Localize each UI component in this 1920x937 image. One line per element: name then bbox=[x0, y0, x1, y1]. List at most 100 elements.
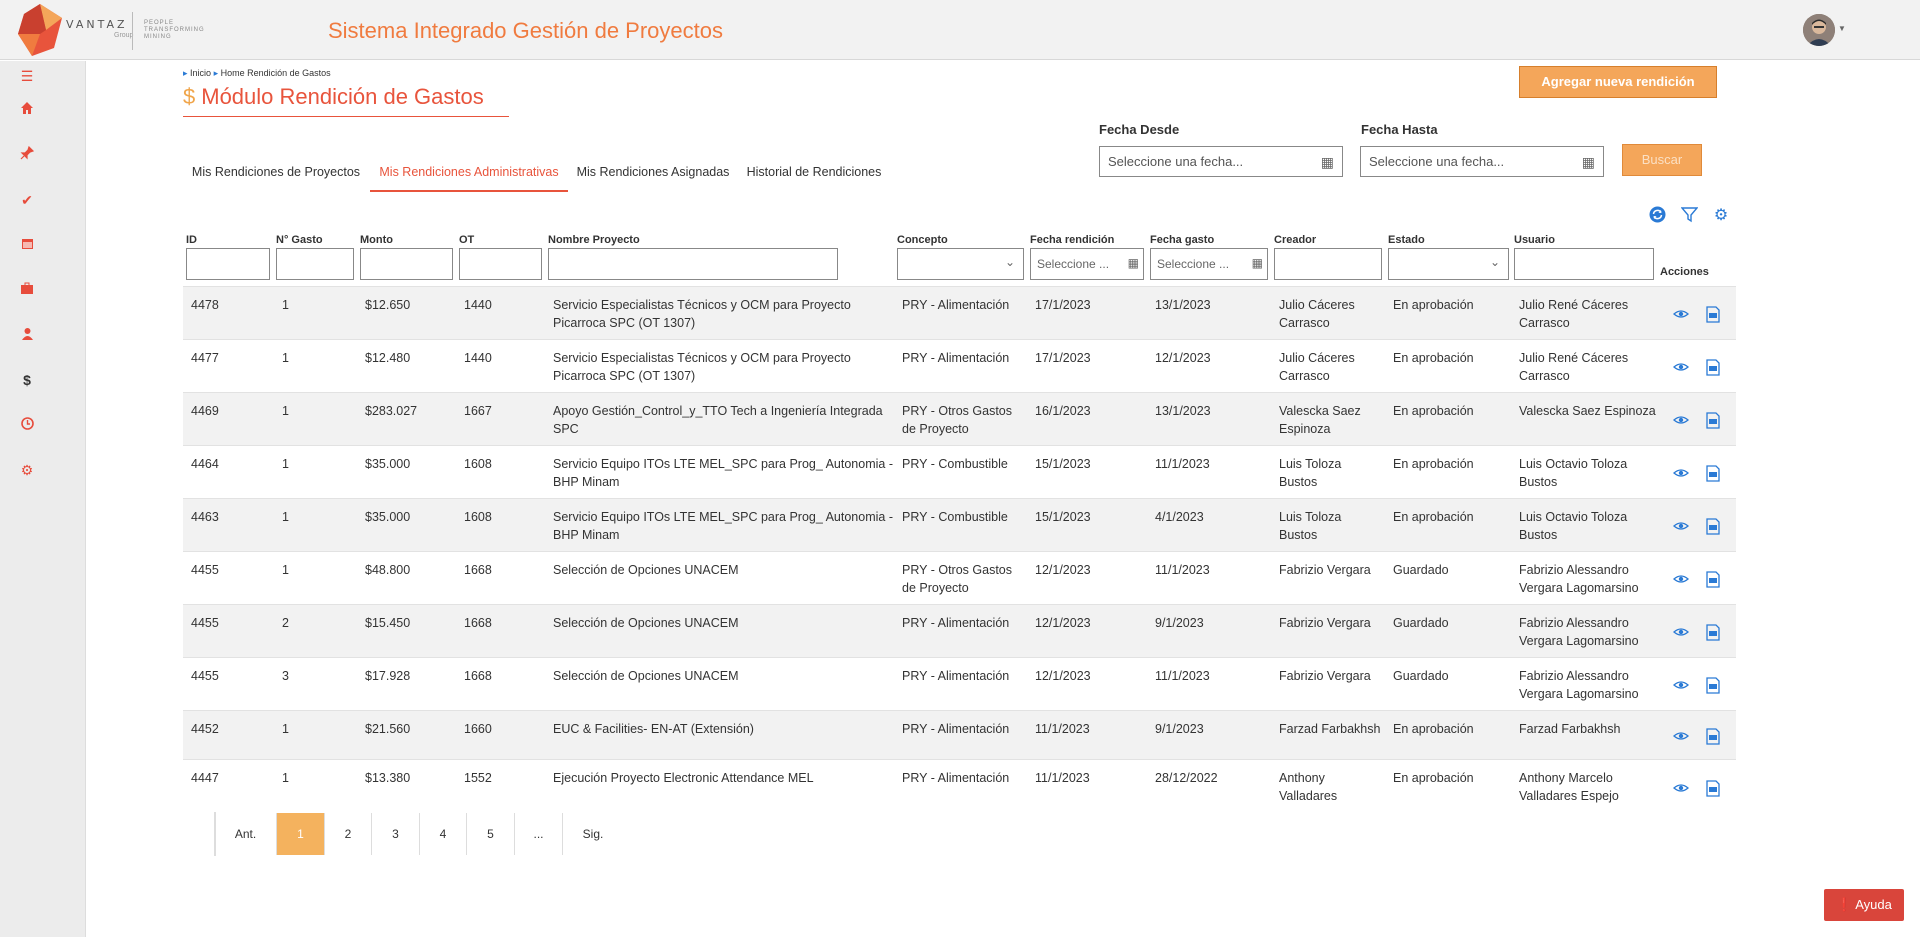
document-icon[interactable] bbox=[1705, 780, 1721, 800]
view-eye-icon[interactable] bbox=[1673, 677, 1689, 696]
view-eye-icon[interactable] bbox=[1673, 624, 1689, 643]
prev-page-button[interactable]: Ant. bbox=[215, 813, 277, 855]
col-fecha-gasto: Fecha gasto bbox=[1150, 234, 1215, 246]
usuario-filter-input[interactable] bbox=[1514, 248, 1654, 280]
cell-line: 4452 bbox=[191, 722, 219, 736]
id-filter-input[interactable] bbox=[186, 248, 270, 280]
view-eye-icon[interactable] bbox=[1673, 728, 1689, 747]
page-button-4[interactable]: 4 bbox=[420, 813, 467, 855]
cell-line: 4478 bbox=[191, 298, 219, 312]
cell-line: En aprobación bbox=[1393, 351, 1474, 365]
concepto-filter-select[interactable]: ⌄ bbox=[897, 248, 1024, 280]
check-icon[interactable]: ✔ bbox=[18, 191, 36, 209]
tab-proyectos[interactable]: Mis Rendiciones de Proyectos bbox=[183, 158, 369, 192]
creador-filter-input[interactable] bbox=[1274, 248, 1382, 280]
cell-line: 17/1/2023 bbox=[1035, 298, 1091, 312]
proyecto-filter-input[interactable] bbox=[548, 248, 838, 280]
page-button-2[interactable]: 2 bbox=[325, 813, 372, 855]
avatar-caret-icon[interactable]: ▼ bbox=[1838, 24, 1846, 33]
cell-line: 13/1/2023 bbox=[1155, 404, 1211, 418]
search-button[interactable]: Buscar bbox=[1622, 144, 1702, 176]
filter-icon[interactable] bbox=[1679, 206, 1699, 226]
next-page-button[interactable]: Sig. bbox=[563, 813, 623, 855]
page-button-3[interactable]: 3 bbox=[372, 813, 420, 855]
page-button-1[interactable]: 1 bbox=[277, 813, 325, 855]
fecha-rendicion-placeholder: Seleccione ... bbox=[1037, 257, 1110, 271]
tab-administrativas[interactable]: Mis Rendiciones Administrativas bbox=[370, 158, 568, 192]
fecha-rendicion-filter[interactable]: Seleccione ... ▦ bbox=[1030, 248, 1144, 280]
document-icon[interactable] bbox=[1705, 518, 1721, 538]
tab-asignadas[interactable]: Mis Rendiciones Asignadas bbox=[572, 158, 734, 192]
document-icon[interactable] bbox=[1705, 677, 1721, 697]
clock-icon[interactable] bbox=[18, 416, 36, 434]
table-row: 4447 1 $13.380 1552 Ejecución Proyecto Elect… bbox=[183, 759, 1736, 815]
dollar-icon[interactable]: $ bbox=[18, 371, 36, 389]
cell-estado: En aprobación bbox=[1393, 720, 1474, 738]
breadcrumb-current: Home Rendición de Gastos bbox=[220, 68, 331, 78]
document-icon[interactable] bbox=[1705, 728, 1721, 748]
cell-concepto: PRY - Alimentación bbox=[902, 720, 1009, 738]
view-eye-icon[interactable] bbox=[1673, 306, 1689, 325]
gear-icon[interactable]: ⚙ bbox=[18, 461, 36, 479]
cell-creador: Valescka Saez Espinoza bbox=[1279, 402, 1361, 438]
ot-filter-input[interactable] bbox=[459, 248, 542, 280]
pin-icon[interactable] bbox=[18, 145, 36, 164]
view-eye-icon[interactable] bbox=[1673, 465, 1689, 484]
view-eye-icon[interactable] bbox=[1673, 780, 1689, 799]
tab-historial[interactable]: Historial de Rendiciones bbox=[739, 158, 889, 192]
ngasto-filter-input[interactable] bbox=[276, 248, 354, 280]
help-button[interactable]: ❗ Ayuda bbox=[1824, 889, 1904, 921]
cell-line: Fabrizio Vergara bbox=[1279, 616, 1371, 630]
cell-line: PRY - Alimentación bbox=[902, 771, 1010, 785]
estado-filter-select[interactable]: ⌄ bbox=[1388, 248, 1509, 280]
home-icon[interactable] bbox=[18, 101, 36, 119]
col-fecha-rendicion: Fecha rendición bbox=[1030, 234, 1115, 246]
cell-line: Servicio Especialistas Técnicos y OCM pa… bbox=[553, 351, 851, 365]
user-avatar[interactable] bbox=[1803, 14, 1835, 46]
cell-line: Selección de Opciones UNACEM bbox=[553, 669, 739, 683]
document-icon[interactable] bbox=[1705, 624, 1721, 644]
date-to-input[interactable]: Seleccione una fecha... ▦ bbox=[1360, 146, 1604, 177]
date-from-input[interactable]: Seleccione una fecha... ▦ bbox=[1099, 146, 1343, 177]
cell-line: $35.000 bbox=[365, 457, 411, 471]
document-icon[interactable] bbox=[1705, 306, 1721, 326]
page-ellipsis-button[interactable]: ... bbox=[515, 813, 563, 855]
add-rendicion-button[interactable]: Agregar nueva rendición bbox=[1519, 66, 1717, 98]
fecha-gasto-placeholder: Seleccione ... bbox=[1157, 257, 1230, 271]
cell-n: 2 bbox=[282, 614, 289, 632]
document-icon[interactable] bbox=[1705, 571, 1721, 591]
cell-line: 17/1/2023 bbox=[1035, 351, 1091, 365]
breadcrumb-home[interactable]: Inicio bbox=[190, 68, 211, 78]
menu-icon[interactable]: ☰ bbox=[18, 67, 36, 85]
table-row: 4463 1 $35.000 1608 Servicio Equipo ITOs LTE… bbox=[183, 498, 1736, 551]
cell-estado: En aprobación bbox=[1393, 455, 1474, 473]
monto-filter-input[interactable] bbox=[360, 248, 453, 280]
cell-line: 12/1/2023 bbox=[1035, 669, 1091, 683]
view-eye-icon[interactable] bbox=[1673, 571, 1689, 590]
page-button-5[interactable]: 5 bbox=[467, 813, 515, 855]
user-icon[interactable] bbox=[18, 326, 36, 344]
view-eye-icon[interactable] bbox=[1673, 518, 1689, 537]
cell-proyecto: Ejecución Proyecto Electronic Attendance… bbox=[553, 769, 814, 787]
logo-text: VANTAZ bbox=[66, 18, 128, 31]
cell-line: En aprobación bbox=[1393, 510, 1474, 524]
view-eye-icon[interactable] bbox=[1673, 359, 1689, 378]
calendar-icon[interactable]: ▦ bbox=[1321, 154, 1334, 171]
calendar-icon[interactable]: ▦ bbox=[1128, 256, 1139, 270]
calendar-icon[interactable]: ▦ bbox=[1582, 154, 1595, 171]
document-icon[interactable] bbox=[1705, 359, 1721, 379]
calendar-icon[interactable] bbox=[18, 236, 36, 254]
vantaz-logo[interactable]: VANTAZ Group PEOPLE TRANSFORMING MINING bbox=[18, 4, 208, 56]
settings-icon[interactable]: ⚙ bbox=[1711, 206, 1731, 226]
document-icon[interactable] bbox=[1705, 465, 1721, 485]
table-row: 4477 1 $12.480 1440 Servicio Especialistas T… bbox=[183, 339, 1736, 392]
cell-estado: Guardado bbox=[1393, 561, 1449, 579]
cell-f-gasto: 13/1/2023 bbox=[1155, 296, 1211, 314]
refresh-icon[interactable] bbox=[1647, 206, 1667, 226]
cell-line: Fabrizio Vergara bbox=[1279, 563, 1371, 577]
document-icon[interactable] bbox=[1705, 412, 1721, 432]
fecha-gasto-filter[interactable]: Seleccione ... ▦ bbox=[1150, 248, 1268, 280]
briefcase-icon[interactable] bbox=[18, 281, 36, 299]
calendar-icon[interactable]: ▦ bbox=[1252, 256, 1263, 270]
view-eye-icon[interactable] bbox=[1673, 412, 1689, 431]
